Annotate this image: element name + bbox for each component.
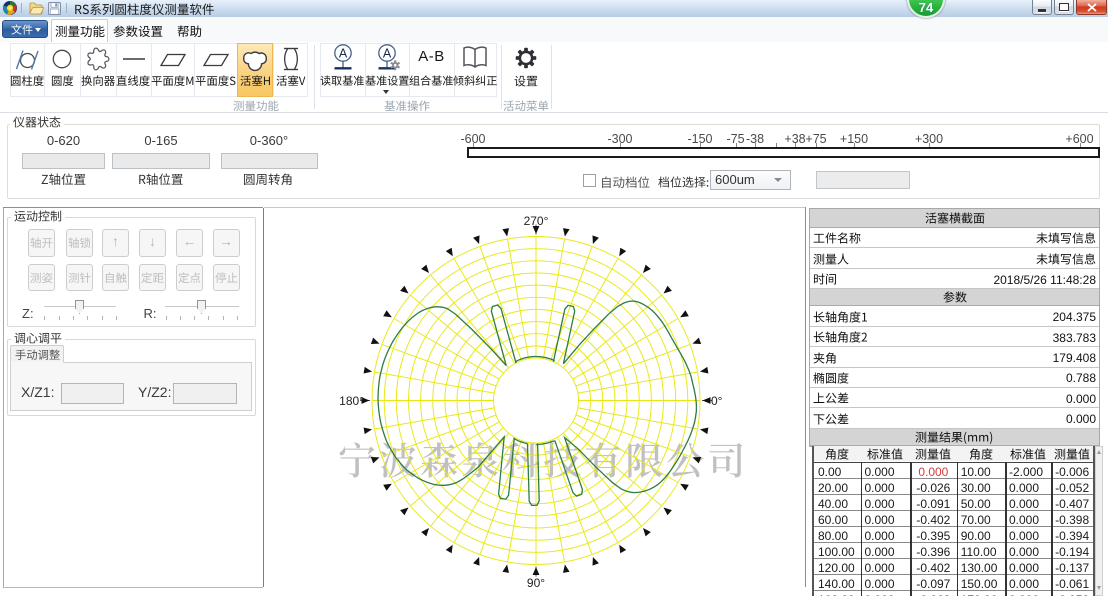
svg-text:A: A — [382, 46, 391, 60]
svg-text:A: A — [338, 46, 347, 60]
